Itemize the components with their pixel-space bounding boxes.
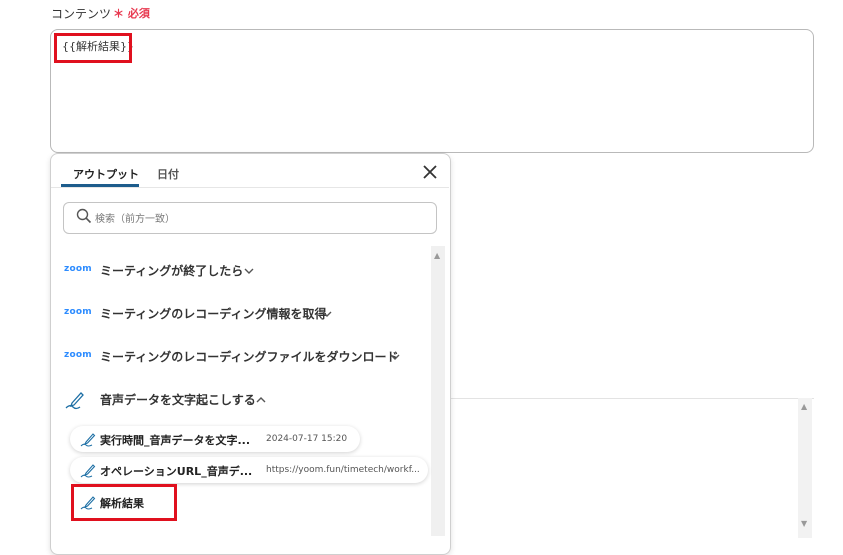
tab-date[interactable]: 日付 bbox=[157, 166, 179, 182]
scroll-up-icon[interactable]: ▲ bbox=[434, 251, 440, 260]
highlight-box-analysis-result bbox=[71, 484, 177, 521]
panel-scrollbar[interactable] bbox=[431, 246, 445, 536]
pen-icon bbox=[80, 464, 96, 478]
highlight-box-content bbox=[54, 33, 132, 63]
chevron-up-icon[interactable] bbox=[256, 397, 266, 403]
lower-textarea[interactable] bbox=[448, 398, 814, 539]
scroll-down-icon[interactable]: ▼ bbox=[801, 519, 807, 528]
tab-output[interactable]: アウトプット bbox=[73, 166, 139, 182]
output-item-value: https://yoom.fun/timetech/workf... bbox=[266, 465, 420, 475]
pen-icon bbox=[80, 433, 96, 447]
scroll-up-icon[interactable]: ▲ bbox=[801, 402, 807, 411]
content-field-label: コンテンツ bbox=[51, 7, 112, 21]
section-recording-info[interactable]: ミーティングのレコーディング情報を取得 bbox=[100, 305, 326, 322]
content-textarea[interactable] bbox=[50, 29, 814, 153]
section-meeting-ended[interactable]: ミーティングが終了したら bbox=[100, 262, 243, 279]
tabs-divider bbox=[51, 187, 449, 188]
chevron-down-icon[interactable] bbox=[322, 311, 332, 317]
zoom-logo: zoom bbox=[64, 350, 92, 360]
section-recording-download[interactable]: ミーティングのレコーディングファイルをダウンロード bbox=[100, 348, 398, 365]
section-transcription[interactable]: 音声データを文字起こしする bbox=[100, 391, 256, 408]
close-icon[interactable] bbox=[421, 163, 439, 181]
search-icon bbox=[76, 208, 92, 224]
output-item-label: オペレーションURL_音声デ... bbox=[100, 465, 253, 478]
chevron-down-icon[interactable] bbox=[244, 268, 254, 274]
required-badge: ＊ 必須 bbox=[113, 7, 150, 20]
output-item-label: 実行時間_音声データを文字... bbox=[100, 434, 251, 447]
chevron-down-icon[interactable] bbox=[390, 354, 400, 360]
output-item-value: 2024-07-17 15:20 bbox=[266, 434, 348, 444]
zoom-logo: zoom bbox=[64, 264, 92, 274]
zoom-logo: zoom bbox=[64, 307, 92, 317]
search-placeholder: 検索（前方一致） bbox=[95, 214, 175, 225]
lower-scrollbar[interactable] bbox=[798, 398, 812, 538]
pen-icon bbox=[65, 392, 84, 410]
